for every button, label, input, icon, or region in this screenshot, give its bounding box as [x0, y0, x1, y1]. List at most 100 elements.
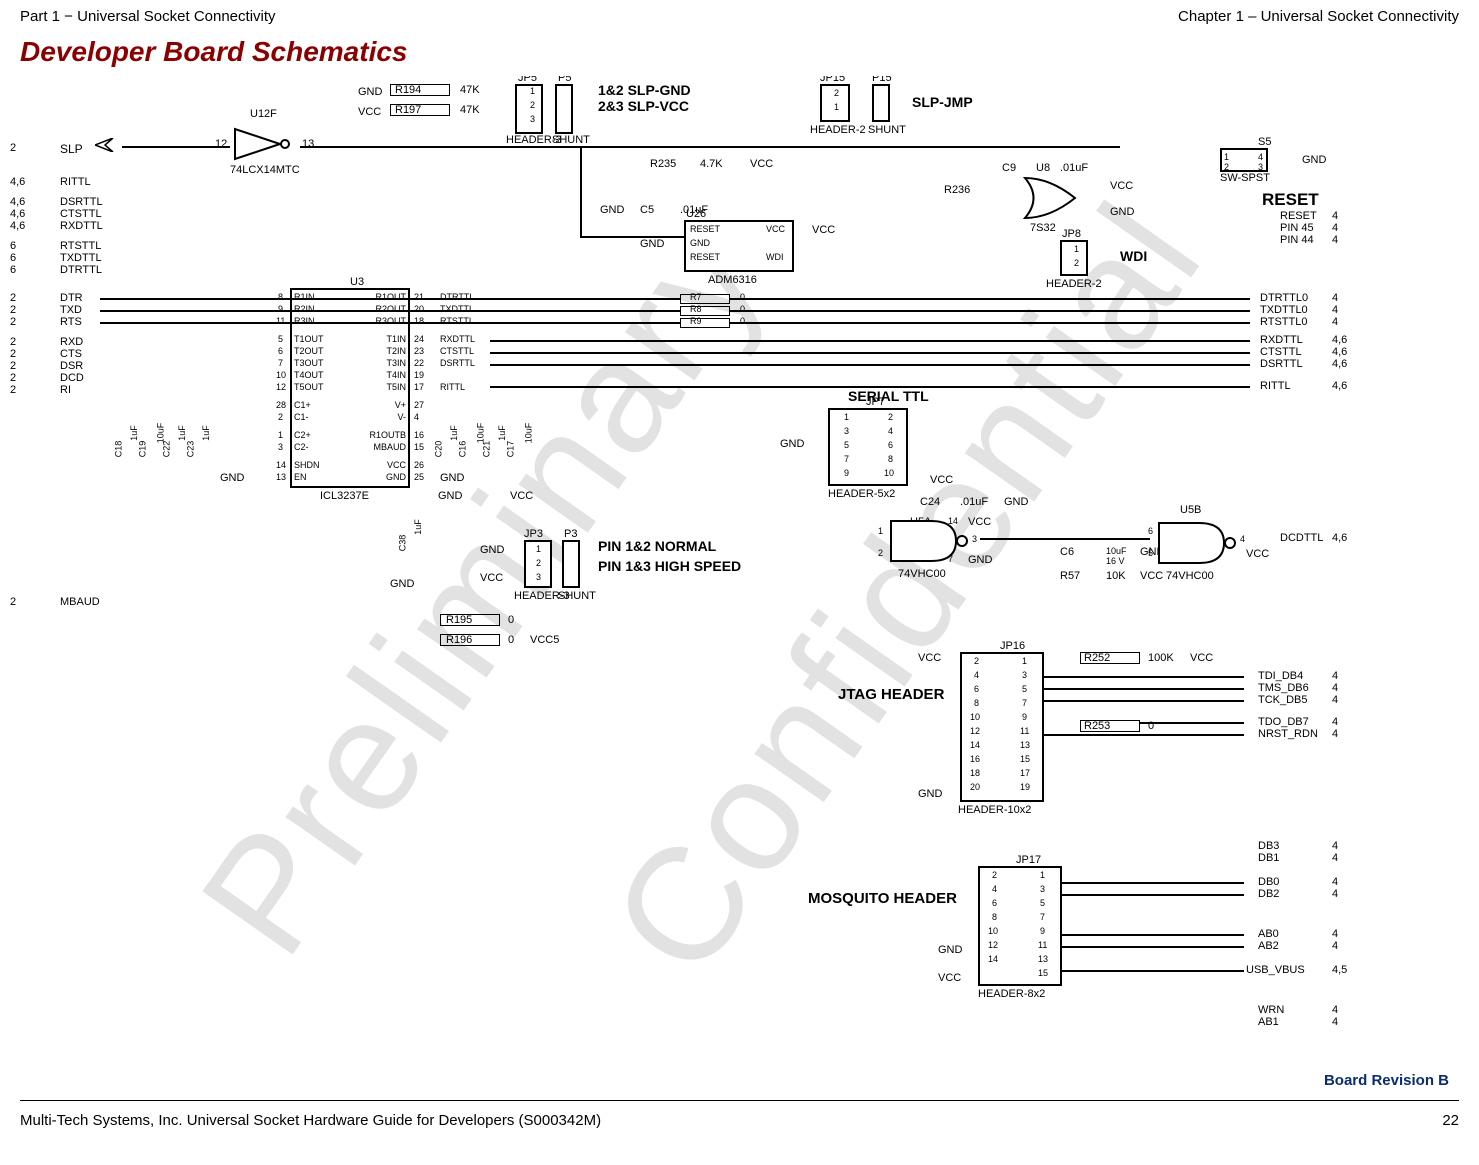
u3-l10: C2+: [294, 430, 311, 440]
u3-r7: T5IN: [372, 382, 406, 392]
n-g1-2: RXDTTL: [60, 220, 103, 232]
resistor-icon: [680, 306, 730, 316]
c22: C22: [161, 441, 171, 458]
ml2: 6: [992, 898, 997, 908]
r197-val: 47K: [460, 104, 480, 116]
n-g3-1: TXD: [60, 304, 82, 316]
u26-wdi: WDI: [766, 252, 784, 262]
jl6: 14: [970, 740, 980, 750]
u3-l3n: 5: [278, 334, 283, 344]
u5a-vcc: VCC: [968, 516, 991, 528]
u3-l1n: 9: [278, 304, 283, 314]
u26-vcc3: VCC: [812, 224, 835, 236]
u3-r3: T1IN: [372, 334, 406, 344]
p5: 5: [844, 440, 849, 450]
c23: C23: [185, 441, 195, 458]
jl0: 2: [974, 656, 979, 666]
u3-l9n: 2: [278, 412, 283, 422]
u5b-vcc: VCC: [1246, 548, 1269, 560]
jp7: JP7: [866, 396, 885, 408]
board-revision: Board Revision B: [1324, 1072, 1449, 1089]
mr6: 13: [1038, 954, 1048, 964]
s-g4-1: 2: [10, 348, 16, 360]
page-header: Part 1 − Universal Socket Connectivity C…: [20, 8, 1459, 25]
c6v2: 16 V: [1106, 556, 1125, 566]
jr3: 7: [1022, 698, 1027, 708]
u26-vcc2: VCC: [750, 158, 773, 170]
n-g4-1: CTS: [60, 348, 82, 360]
s-g2-0: 6: [10, 240, 16, 252]
u5a-14: 14: [948, 516, 958, 526]
ml4: 10: [988, 926, 998, 936]
r197: R197: [395, 104, 421, 116]
u5b-6: 6: [1148, 526, 1153, 536]
u5a-1: 1: [878, 526, 883, 536]
r194-val: 47K: [460, 84, 480, 96]
r57: R57: [1060, 570, 1080, 582]
s-g4-3: 2: [10, 372, 16, 384]
jp3-gnd: GND: [480, 544, 504, 556]
p3-shunt: SHUNT: [558, 590, 596, 602]
mr3: 7: [1040, 912, 1045, 922]
c21: C21: [481, 441, 491, 458]
rnm21s: 4,6: [1332, 346, 1347, 358]
r195v: 0: [508, 614, 514, 626]
u3-r1net: TXDTTL: [440, 304, 474, 314]
net-pin44: PIN 44: [1280, 234, 1314, 246]
u8: U8: [1036, 162, 1050, 174]
u12f-ref: U12F: [250, 108, 277, 120]
jl8: 18: [970, 768, 980, 778]
u3-l2n: 11: [276, 316, 285, 326]
mext1: AB1: [1258, 1016, 1279, 1028]
p9: 9: [844, 468, 849, 478]
n-g1-0: DSRTTL: [60, 196, 103, 208]
u5b-sheet: 4,6: [1332, 532, 1347, 544]
u3-r7n: 17: [414, 382, 424, 392]
mn0: DB3: [1258, 840, 1279, 852]
mn1: DB1: [1258, 852, 1279, 864]
r252: R252: [1084, 652, 1110, 664]
u3-r0: R1OUT: [362, 292, 406, 302]
u3-r12: VCC: [380, 460, 406, 470]
r57v: 10K: [1106, 570, 1126, 582]
u26-reset: RESET: [690, 224, 720, 234]
s-mbaud: 2: [10, 596, 16, 608]
u3-r2n: 18: [414, 316, 424, 326]
serial-ttl-label: SERIAL TTL: [848, 388, 929, 404]
u3-l9: C1-: [294, 412, 309, 422]
jr4: 9: [1022, 712, 1027, 722]
u8-vcc: VCC: [1110, 180, 1133, 192]
u8-part: 7S32: [1030, 222, 1056, 234]
c18: C18: [113, 441, 123, 458]
jtn0: TDI_DB4: [1258, 670, 1303, 682]
jp8: JP8: [1062, 228, 1081, 240]
jp5-box: [515, 84, 543, 134]
ml3: 8: [992, 912, 997, 922]
jp5: JP5: [518, 76, 537, 84]
section-title: Developer Board Schematics: [20, 36, 408, 68]
jp3-vcc: VCC: [480, 572, 503, 584]
watermark-confidential: Confidential: [575, 169, 1238, 1006]
n-mbaud: MBAUD: [60, 596, 100, 608]
jr0: 1: [1022, 656, 1027, 666]
mext1s: 4: [1332, 1016, 1338, 1028]
slp-note1: 1&2 SLP-GND: [598, 82, 691, 98]
u3-r6n: 19: [414, 370, 424, 380]
c24v: .01uF: [960, 496, 988, 508]
n-g2-1: TXDTTL: [60, 252, 102, 264]
n-g4-0: RXD: [60, 336, 83, 348]
c9: C9: [1002, 162, 1016, 174]
u3-l4n: 6: [278, 346, 283, 356]
u3-l12n: 14: [276, 460, 286, 470]
rnm0: DTRTTL0: [1260, 292, 1308, 304]
jp7-hdr: HEADER-5x2: [828, 488, 895, 500]
jp7-vcc: VCC: [930, 474, 953, 486]
vcc5: VCC5: [530, 634, 559, 646]
ml6: 14: [988, 954, 998, 964]
ml1: 4: [992, 884, 997, 894]
u3-l13n: 13: [276, 472, 286, 482]
s-g1-0: 4,6: [10, 196, 25, 208]
u3-ref: U3: [350, 276, 364, 288]
r8v: 0: [740, 304, 745, 314]
mext0: WRN: [1258, 1004, 1284, 1016]
